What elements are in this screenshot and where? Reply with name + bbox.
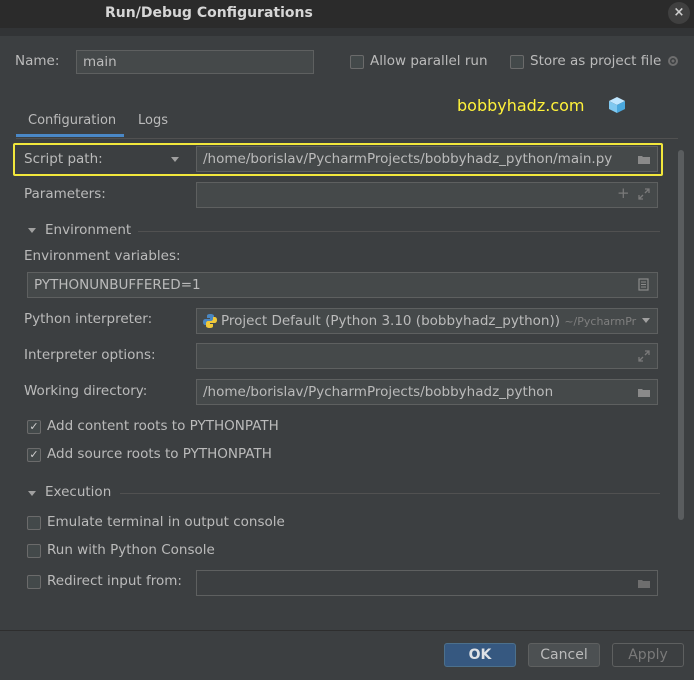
document-icon[interactable] [638,278,649,291]
content-roots-checkbox[interactable]: ✓ [27,420,41,434]
interpreter-select[interactable]: Project Default (Python 3.10 (bobbyhadz_… [196,308,658,334]
parameters-input[interactable] [196,182,658,208]
window-title: Run/Debug Configurations [105,5,313,21]
environment-collapse-icon[interactable] [28,228,36,233]
cube-icon [609,97,625,113]
emulate-terminal-checkbox[interactable] [27,516,41,530]
source-roots-checkbox[interactable]: ✓ [27,448,41,462]
script-path-label: Script path: [24,151,103,167]
interpreter-options-input[interactable] [196,343,658,369]
ok-button[interactable]: OK [444,643,516,667]
env-vars-value: PYTHONUNBUFFERED=1 [34,277,201,293]
name-input[interactable]: main [76,50,314,74]
store-project-label: Store as project file [530,53,662,69]
expand-icon[interactable] [638,350,650,362]
folder-icon[interactable] [637,387,651,398]
execution-collapse-icon[interactable] [28,491,36,496]
tab-logs-label: Logs [138,113,168,128]
env-vars-input[interactable]: PYTHONUNBUFFERED=1 [27,272,658,298]
expand-icon[interactable] [638,188,650,200]
title-bar: Run/Debug Configurations × [0,0,694,28]
gear-icon[interactable] [667,55,679,67]
interpreter-label: Python interpreter: [24,311,153,327]
folder-icon[interactable] [637,578,651,589]
tab-logs[interactable]: Logs [130,108,180,138]
script-path-input[interactable]: /home/borislav/PycharmProjects/bobbyhadz… [196,146,658,172]
tab-active-indicator [16,134,124,137]
apply-button[interactable]: Apply [612,643,684,667]
scrollbar[interactable] [678,150,684,520]
interpreter-dropdown-icon[interactable] [642,318,650,323]
env-vars-label: Environment variables: [24,248,181,264]
tabs-divider [16,138,678,139]
watermark-text: bobbyhadz.com [457,96,585,115]
tab-configuration[interactable]: Configuration [16,108,124,138]
content-roots-label: Add content roots to PYTHONPATH [47,418,279,434]
run-console-checkbox[interactable] [27,544,41,558]
allow-parallel-label: Allow parallel run [370,53,488,69]
working-dir-input[interactable]: /home/borislav/PycharmProjects/bobbyhadz… [196,379,658,405]
store-project-checkbox[interactable] [510,55,524,69]
interpreter-value: Project Default (Python 3.10 (bobbyhadz_… [221,313,561,329]
parameters-label: Parameters: [24,186,106,202]
allow-parallel-checkbox[interactable] [350,55,364,69]
working-dir-label: Working directory: [24,383,148,399]
dialog-footer: OK Cancel Apply [0,630,694,680]
interpreter-path-hint: ~/PycharmPr [564,315,637,328]
environment-section-title: Environment [45,222,132,238]
execution-section-title: Execution [45,484,112,500]
close-icon: × [673,5,685,20]
script-path-value: /home/borislav/PycharmProjects/bobbyhadz… [203,151,613,167]
source-roots-label: Add source roots to PYTHONPATH [47,446,272,462]
interpreter-options-label: Interpreter options: [24,347,156,363]
cancel-button[interactable]: Cancel [528,643,600,667]
add-icon[interactable]: + [617,184,630,202]
close-button[interactable]: × [668,2,690,24]
redirect-input-checkbox[interactable] [27,575,41,589]
redirect-input-field[interactable] [196,570,658,596]
python-icon [203,314,217,328]
emulate-terminal-label: Emulate terminal in output console [47,514,285,530]
run-console-label: Run with Python Console [47,542,215,558]
environment-divider [138,231,660,232]
redirect-input-label: Redirect input from: [47,573,182,589]
folder-icon[interactable] [637,154,651,165]
script-type-dropdown-icon[interactable] [171,157,179,162]
name-label: Name: [15,53,60,69]
title-separator [0,28,694,36]
working-dir-value: /home/borislav/PycharmProjects/bobbyhadz… [203,384,554,400]
tab-configuration-label: Configuration [28,113,117,128]
execution-divider [120,493,660,494]
